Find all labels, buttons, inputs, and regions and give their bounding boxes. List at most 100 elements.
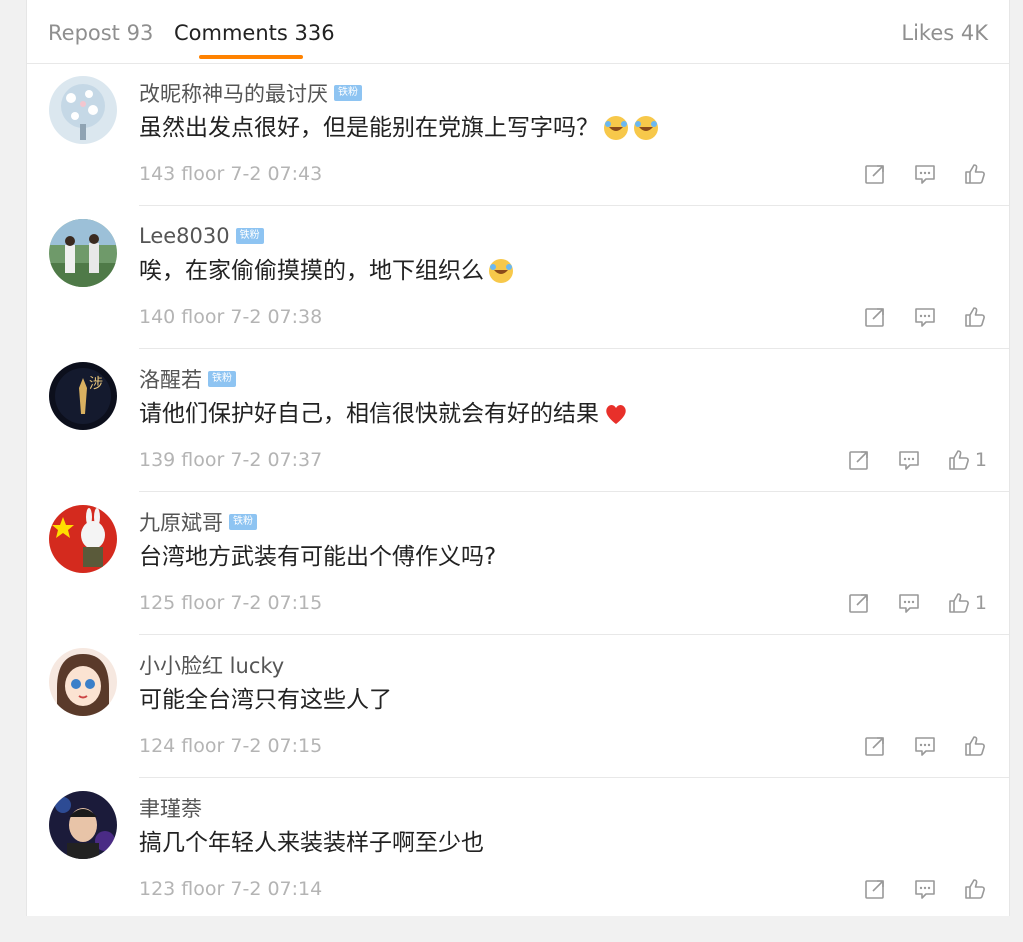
reply-button[interactable] <box>913 305 937 329</box>
share-icon <box>865 737 884 756</box>
comment-text: 请他们保护好自己，相信很快就会有好的结果 <box>139 398 629 430</box>
like-button[interactable] <box>963 305 987 329</box>
share-button[interactable] <box>847 448 871 472</box>
comment-text: 虽然出发点很好，但是能别在党旗上写字吗？ <box>139 112 659 144</box>
comment-meta: 139 floor 7-2 07:37 <box>139 449 323 471</box>
comment-item: 聿瑾萘搞几个年轻人来装装样子啊至少也 123 floor 7-2 07:14 <box>27 778 1009 916</box>
laugh-cry-emoji <box>489 259 513 283</box>
share-icon <box>865 880 884 899</box>
comment-item: 小小脸红 lucky 可能全台湾只有这些人了 124 floor 7-2 07:15 <box>27 635 1009 778</box>
like-button[interactable]: 1 <box>947 591 987 615</box>
comment-text-content: 唉，在家偷偷摸摸的，地下组织么 <box>139 258 484 284</box>
laugh-cry-emoji <box>604 116 628 140</box>
username[interactable]: 小小脸红 lucky <box>139 650 284 680</box>
avatar[interactable]: 涉 <box>49 362 117 430</box>
comment-actions <box>837 877 987 901</box>
comment-icon <box>915 165 935 184</box>
comment-icon <box>915 880 935 899</box>
comment-meta: 140 floor 7-2 07:38 <box>139 306 323 328</box>
tab-repost[interactable]: Repost 93 <box>48 20 153 46</box>
reply-button[interactable] <box>913 734 937 758</box>
comment-item: 涉 洛醒若 铁粉请他们保护好自己，相信很快就会有好的结果 139 floor 7-2 … <box>27 349 1009 492</box>
comment-item: Lee8030 铁粉唉，在家偷偷摸摸的，地下组织么 140 floor 7-2 07… <box>27 206 1009 349</box>
username[interactable]: 洛醒若 <box>139 364 202 394</box>
comment-text-content: 搞几个年轻人来装装样子啊至少也 <box>139 830 484 856</box>
share-button[interactable] <box>863 877 887 901</box>
comment-text: 台湾地方武装有可能出个傅作义吗? <box>139 541 496 573</box>
avatar[interactable] <box>49 219 117 287</box>
share-button[interactable] <box>863 162 887 186</box>
share-icon <box>865 165 884 184</box>
active-tab-indicator <box>199 55 303 59</box>
avatar[interactable] <box>49 791 117 859</box>
svg-text:涉: 涉 <box>89 376 103 392</box>
comment-item: 九原斌哥 铁粉台湾地方武装有可能出个傅作义吗? 125 floor 7-2 07:1… <box>27 492 1009 635</box>
like-count: 1 <box>974 449 987 471</box>
comment-text: 唉，在家偷偷摸摸的，地下组织么 <box>139 255 514 287</box>
thumbs-up-icon <box>965 736 985 756</box>
fan-badge: 铁粉 <box>229 514 257 530</box>
comment-actions <box>837 734 987 758</box>
laugh-cry-emoji <box>634 116 658 140</box>
name-row: Lee8030 铁粉 <box>139 222 264 250</box>
comments-panel: Repost 93 Comments 336 Likes 4K 改昵称神马的最讨… <box>26 0 1010 916</box>
comment-item: 改昵称神马的最讨厌 铁粉虽然出发点很好，但是能别在党旗上写字吗？ 143 floor… <box>27 63 1009 206</box>
share-button[interactable] <box>863 305 887 329</box>
name-row: 洛醒若 铁粉 <box>139 365 236 393</box>
comment-text-content: 可能全台湾只有这些人了 <box>139 687 392 713</box>
username[interactable]: 聿瑾萘 <box>139 793 202 823</box>
comment-meta: 124 floor 7-2 07:15 <box>139 735 323 757</box>
comment-actions <box>837 162 987 186</box>
name-row: 小小脸红 lucky <box>139 651 284 679</box>
reply-button[interactable] <box>897 591 921 615</box>
fan-badge: 铁粉 <box>235 228 264 244</box>
comment-icon <box>915 737 935 756</box>
comment-text-content: 台湾地方武装有可能出个傅作义吗? <box>139 544 497 570</box>
reply-button[interactable] <box>913 162 937 186</box>
comment-icon <box>899 594 919 613</box>
thumbs-up-icon <box>949 593 969 613</box>
share-icon <box>849 451 868 470</box>
like-button[interactable] <box>963 877 987 901</box>
like-count: 1 <box>974 592 987 614</box>
thumbs-up-icon <box>965 164 985 184</box>
reply-button[interactable] <box>897 448 921 472</box>
comment-icon <box>915 308 935 327</box>
thumbs-up-icon <box>965 307 985 327</box>
like-button[interactable] <box>963 162 987 186</box>
share-icon <box>849 594 868 613</box>
comment-meta: 125 floor 7-2 07:15 <box>139 592 323 614</box>
share-icon <box>865 308 884 327</box>
reply-button[interactable] <box>913 877 937 901</box>
avatar[interactable] <box>49 76 117 144</box>
comment-actions <box>837 305 987 329</box>
fan-badge: 铁粉 <box>208 371 236 387</box>
red-heart-emoji <box>606 405 626 424</box>
like-button[interactable] <box>963 734 987 758</box>
name-row: 改昵称神马的最讨厌 铁粉 <box>139 79 362 107</box>
username[interactable]: 改昵称神马的最讨厌 <box>139 78 328 108</box>
name-row: 九原斌哥 铁粉 <box>139 508 257 536</box>
comment-meta: 143 floor 7-2 07:43 <box>139 163 323 185</box>
thumbs-up-icon <box>949 450 969 470</box>
comment-text: 可能全台湾只有这些人了 <box>139 684 392 716</box>
tab-comments[interactable]: Comments 336 <box>174 20 335 46</box>
thumbs-up-icon <box>965 879 985 899</box>
username[interactable]: Lee8030 <box>139 224 230 248</box>
comment-text-content: 请他们保护好自己，相信很快就会有好的结果 <box>139 401 599 427</box>
fan-badge: 铁粉 <box>334 85 362 101</box>
username[interactable]: 九原斌哥 <box>139 507 223 537</box>
comment-icon <box>899 451 919 470</box>
name-row: 聿瑾萘 <box>139 794 202 822</box>
comment-actions: 1 <box>821 591 987 615</box>
comment-actions: 1 <box>821 448 987 472</box>
comment-text-content: 虽然出发点很好，但是能别在党旗上写字吗？ <box>139 115 599 141</box>
like-button[interactable]: 1 <box>947 448 987 472</box>
comment-meta: 123 floor 7-2 07:14 <box>139 878 323 900</box>
share-button[interactable] <box>847 591 871 615</box>
tab-likes[interactable]: Likes 4K <box>901 20 988 46</box>
avatar[interactable] <box>49 648 117 716</box>
avatar[interactable] <box>49 505 117 573</box>
comment-text: 搞几个年轻人来装装样子啊至少也 <box>139 827 484 859</box>
share-button[interactable] <box>863 734 887 758</box>
